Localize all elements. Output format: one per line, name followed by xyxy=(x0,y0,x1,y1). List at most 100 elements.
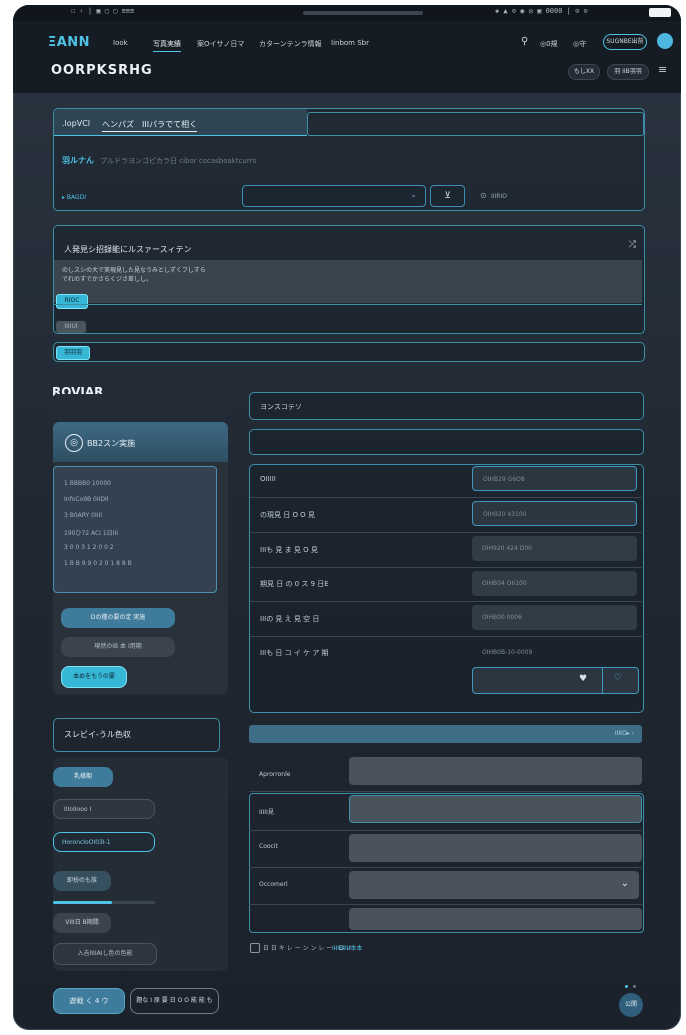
url-bar[interactable] xyxy=(303,11,423,15)
header-button-1[interactable]: もしXX xyxy=(568,64,600,80)
form-row-2-input[interactable] xyxy=(349,795,642,823)
page-title: OORPKSRHG xyxy=(51,63,153,78)
form-row-4-label: Occomerl xyxy=(259,881,288,888)
form-row-5-input[interactable] xyxy=(349,908,642,930)
detail-row-2-label: の現見 日 O O 見 xyxy=(260,511,315,519)
list-item-4: 190ひ72 ACI 1日III xyxy=(64,530,118,537)
agree-checkbox[interactable] xyxy=(250,943,260,953)
nav-item-5[interactable]: Iinbom Sbr xyxy=(331,39,369,47)
target-icon: ◎ xyxy=(65,434,83,452)
filter-button-4[interactable]: 入吉IIIIAIし色の色能 xyxy=(53,943,157,965)
favorite-field[interactable]: ♥ ♡ xyxy=(472,667,639,694)
fab-indicator-dot xyxy=(633,985,636,988)
fab-indicator-dot xyxy=(625,985,628,988)
row-divider xyxy=(249,791,642,792)
row-divider xyxy=(249,867,642,868)
nav-item-2[interactable]: 写真実績 xyxy=(153,39,181,52)
chevron-down-icon: ⌄ xyxy=(410,190,417,199)
go-button[interactable]: ⊻ xyxy=(430,185,465,207)
field-divider xyxy=(602,668,603,693)
form-row-1-label: Aprorronle xyxy=(259,771,291,778)
detail-row-4-value[interactable]: OIHB04 O6100 xyxy=(472,571,637,596)
filter-button-2[interactable]: 即扮のも族 xyxy=(53,871,111,891)
detail-row-1-value[interactable]: OIHB29 G6O8 xyxy=(472,466,637,491)
list-item-6: 1 B B 9 9 0 2 0 1 8 8 B xyxy=(64,560,132,567)
tab-active[interactable]: へンパズ IIIパラでて相く xyxy=(102,119,198,132)
nav-right-item-1[interactable]: ◎0規 xyxy=(540,39,558,49)
row-divider xyxy=(250,567,642,568)
panel-link[interactable]: ▸ BAGDI xyxy=(62,194,86,201)
form-row-1-input[interactable] xyxy=(349,757,642,785)
detail-row-3-label: IIIも 見 ま 見 O 見 xyxy=(260,546,318,554)
section-bar[interactable]: IIIIO▸ › xyxy=(249,725,642,743)
detail-row-5-label: IIIの 見 え 見 空 日 xyxy=(260,615,320,623)
section-bar-label[interactable]: IIIIO▸ › xyxy=(615,730,634,737)
footer-primary-button[interactable]: 遊戦 く 4 ウ xyxy=(53,988,125,1014)
category-select[interactable]: ⌄ xyxy=(242,185,426,207)
heart-outline-icon[interactable]: ♡ xyxy=(614,673,622,683)
status-chip-2[interactable]: IIIIUI xyxy=(56,321,86,333)
right-field-2[interactable] xyxy=(249,429,644,455)
checkbox-link[interactable]: IIIIBIIII本本 xyxy=(332,943,362,952)
tab-left[interactable]: .lopVCI xyxy=(62,119,90,128)
card-primary-button[interactable]: 本めをもうの要 xyxy=(61,666,127,688)
subsection-title: スレビイ-うル色収 xyxy=(64,730,131,739)
list-item-2: InfoCo9B 0IIDII xyxy=(64,496,109,503)
nav-item-1[interactable]: Iook xyxy=(113,39,128,47)
right-field-1-label: ヨンスコテソ xyxy=(260,403,302,411)
status-bar: ☐ ‹ | ▣ ▢ ▢ ≡≡≡ ◈ ▲ ⊙ ◉ ◎ ▣ 0000 | ⊙ ⊙ xyxy=(13,5,681,21)
right-field-1[interactable]: ヨンスコテソ xyxy=(249,392,644,420)
card-secondary-button[interactable]: 現然のIB 本 I用期 xyxy=(61,637,175,657)
avatar[interactable] xyxy=(657,33,673,49)
detail-list: 1 BBBB0 10000 InfoCo9B 0IIDII 3 B0ARY 0I… xyxy=(53,466,217,593)
form-row-4-select[interactable]: ⌄ xyxy=(349,871,639,899)
notice-title: 人発見シ招録能にルスァースィテン xyxy=(64,245,192,254)
browser-controls[interactable]: ☐ ‹ | ▣ ▢ ▢ ≡≡≡ xyxy=(71,7,134,15)
nav-item-3[interactable]: 案Oイサノ日マ xyxy=(197,39,244,49)
detail-row-4-label: 期見 日 の 0 ス 9 日E xyxy=(260,580,329,588)
floating-action-button[interactable]: 公開 xyxy=(619,993,643,1017)
form-area: Aprorronle IIIII見 Coocit Occomerl ⌄ xyxy=(249,753,644,933)
brand-logo[interactable]: ΞANN xyxy=(48,35,90,50)
notice-panel: 人発見シ招録能にルスァースィテン ⤮ のしスシの大で実現見した見なうみとしずくフ… xyxy=(53,225,645,334)
info-label[interactable]: IIIRIO xyxy=(491,193,507,200)
filter-input-2[interactable]: HoroncIoOI03I-1 xyxy=(53,832,155,852)
description-text: プルドラヨンゴピカラ日 cibor cocasboaktcurrs xyxy=(100,157,257,165)
status-chip-3[interactable]: 羽羽羽 xyxy=(56,346,90,360)
search-icon[interactable]: ⚲ xyxy=(521,36,528,47)
section-input[interactable] xyxy=(53,394,226,414)
list-item-5: 3 0 0 3 1 2 0 0 2 xyxy=(64,544,114,551)
detail-row-2-value[interactable]: OIH920 43100 xyxy=(472,501,637,526)
card-action-button[interactable]: Dの種の要の定 実施 xyxy=(61,608,175,628)
nav-item-4[interactable]: カターンテンラ情報 xyxy=(259,39,322,49)
form-row-3-input[interactable] xyxy=(349,834,642,862)
info-icon[interactable]: ⊙ xyxy=(480,191,487,200)
filter-button-1[interactable]: 乳様期 xyxy=(53,767,113,787)
header-button-2[interactable]: 羽 IIB羽羽 xyxy=(607,64,649,80)
detail-row-6-value[interactable]: OIHB0B-10-0009 xyxy=(472,640,637,665)
info-card: ◎ BB2スン実施 1 BBBB0 10000 InfoCo9B 0IIDII … xyxy=(53,422,228,694)
filter-button-3[interactable]: VIII日 B期間 xyxy=(53,913,111,933)
form-row-3-label: Coocit xyxy=(259,843,278,850)
description-label: 羽ルナん xyxy=(62,156,94,165)
filter-input-1[interactable]: IIIoIIooo I xyxy=(53,799,155,819)
top-navigation: ΞANN Iook 写真実績 案Oイサノ日マ カターンテンラ情報 Iinbom … xyxy=(13,21,681,93)
notice-body-box: のしスシの大で実現見した見なうみとしずくフしすら でれのすでかさらくジさ差しし。 xyxy=(54,260,642,303)
detail-row-5-value[interactable]: OIHB00 0006 xyxy=(472,605,637,630)
account-button[interactable]: SUGNBE出前 xyxy=(603,34,647,50)
divider xyxy=(54,304,642,305)
row-divider xyxy=(249,830,642,831)
shuffle-icon[interactable]: ⤮ xyxy=(629,240,636,250)
nav-right-item-2[interactable]: ◎守 xyxy=(573,39,586,49)
secondary-bar: 羽羽羽 xyxy=(53,342,645,362)
menu-icon[interactable]: ≡ xyxy=(658,63,667,76)
search-panel: .lopVCI へンパズ IIIパラでて相く 羽ルナん プルドラヨンゴピカラ日 … xyxy=(53,108,645,211)
detail-row-1-label: OIIIII xyxy=(260,475,276,483)
search-input[interactable] xyxy=(307,112,644,136)
card-title: BB2スン実施 xyxy=(87,439,136,448)
detail-row-3-value[interactable]: OIH920 424 D00 xyxy=(472,536,637,561)
status-chip-1[interactable]: RIOC xyxy=(56,294,88,309)
footer-secondary-button[interactable]: 題な I 原 要 日 O O 能 能 も xyxy=(130,988,219,1014)
system-indicators: ◈ ▲ ⊙ ◉ ◎ ▣ 0000 | ⊙ ⊙ xyxy=(495,7,588,15)
heart-icon[interactable]: ♥ xyxy=(579,674,587,684)
